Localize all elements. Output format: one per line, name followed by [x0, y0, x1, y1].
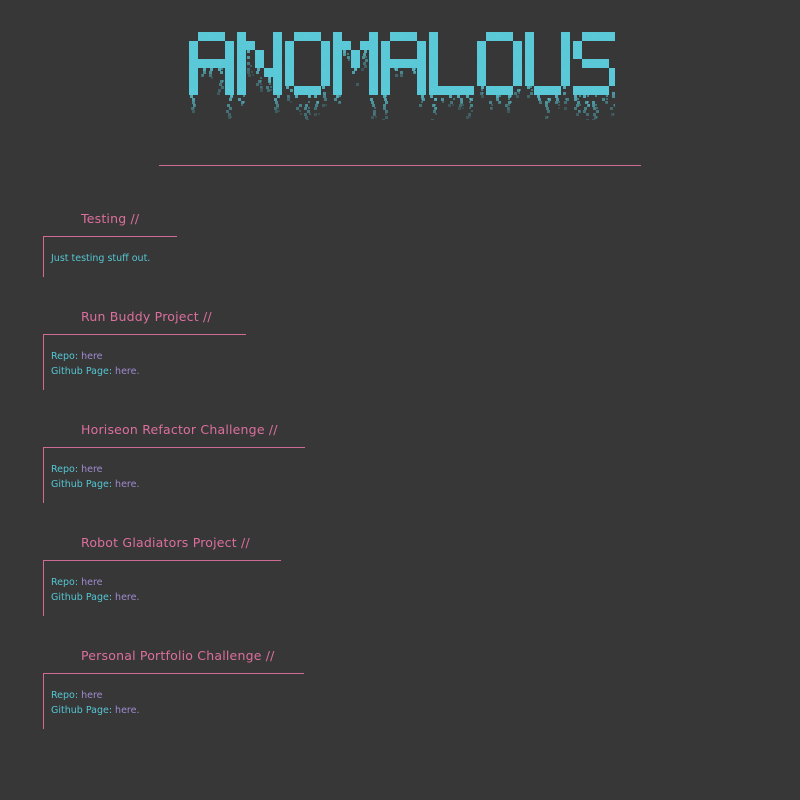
post-content: Repo: here Github Page: here. [43, 560, 281, 616]
repo-row: Repo: here [51, 349, 139, 364]
github-page-link[interactable]: here. [115, 479, 139, 490]
post-body: Repo: here Github Page: here. [51, 575, 139, 605]
repo-row: Repo: here [51, 575, 139, 590]
post-body-text: Just testing stuff out. [51, 253, 151, 264]
github-page-link[interactable]: here. [115, 592, 139, 603]
post-title: Robot Gladiators Project // [81, 535, 250, 550]
post-body: Repo: here Github Page: here. [51, 349, 139, 379]
github-page-label: Github Page: [51, 705, 116, 716]
github-page-link[interactable]: here. [115, 366, 139, 377]
github-page-row: Github Page: here. [51, 364, 139, 379]
logo-graphic [189, 32, 615, 120]
post-content: Just testing stuff out. [43, 236, 177, 277]
github-page-label: Github Page: [51, 366, 116, 377]
site-logo[interactable]: ANOMALOUS [185, 28, 615, 120]
github-page-label: Github Page: [51, 592, 116, 603]
repo-link[interactable]: here [81, 690, 102, 701]
repo-label: Repo: [51, 351, 82, 362]
post-content: Repo: here Github Page: here. [43, 334, 246, 390]
github-page-row: Github Page: here. [51, 477, 139, 492]
repo-label: Repo: [51, 577, 82, 588]
post-body: Repo: here Github Page: here. [51, 688, 139, 718]
header-divider [159, 165, 641, 166]
post-title: Run Buddy Project // [81, 309, 212, 324]
repo-label: Repo: [51, 464, 82, 475]
post-content: Repo: here Github Page: here. [43, 447, 305, 503]
post-title: Horiseon Refactor Challenge // [81, 422, 278, 437]
repo-link[interactable]: here [81, 577, 102, 588]
repo-row: Repo: here [51, 688, 139, 703]
github-page-label: Github Page: [51, 479, 116, 490]
post-title: Testing // [81, 211, 140, 226]
post-body: Repo: here Github Page: here. [51, 462, 139, 492]
post-title: Personal Portfolio Challenge // [81, 648, 275, 663]
post-content: Repo: here Github Page: here. [43, 673, 304, 729]
post-body: Just testing stuff out. [51, 251, 150, 266]
github-page-link[interactable]: here. [115, 705, 139, 716]
repo-link[interactable]: here [81, 351, 102, 362]
repo-link[interactable]: here [81, 464, 102, 475]
repo-row: Repo: here [51, 462, 139, 477]
github-page-row: Github Page: here. [51, 703, 139, 718]
page: ANOMALOUS Testing // Just testing stuff … [0, 0, 800, 800]
github-page-row: Github Page: here. [51, 590, 139, 605]
repo-label: Repo: [51, 690, 82, 701]
